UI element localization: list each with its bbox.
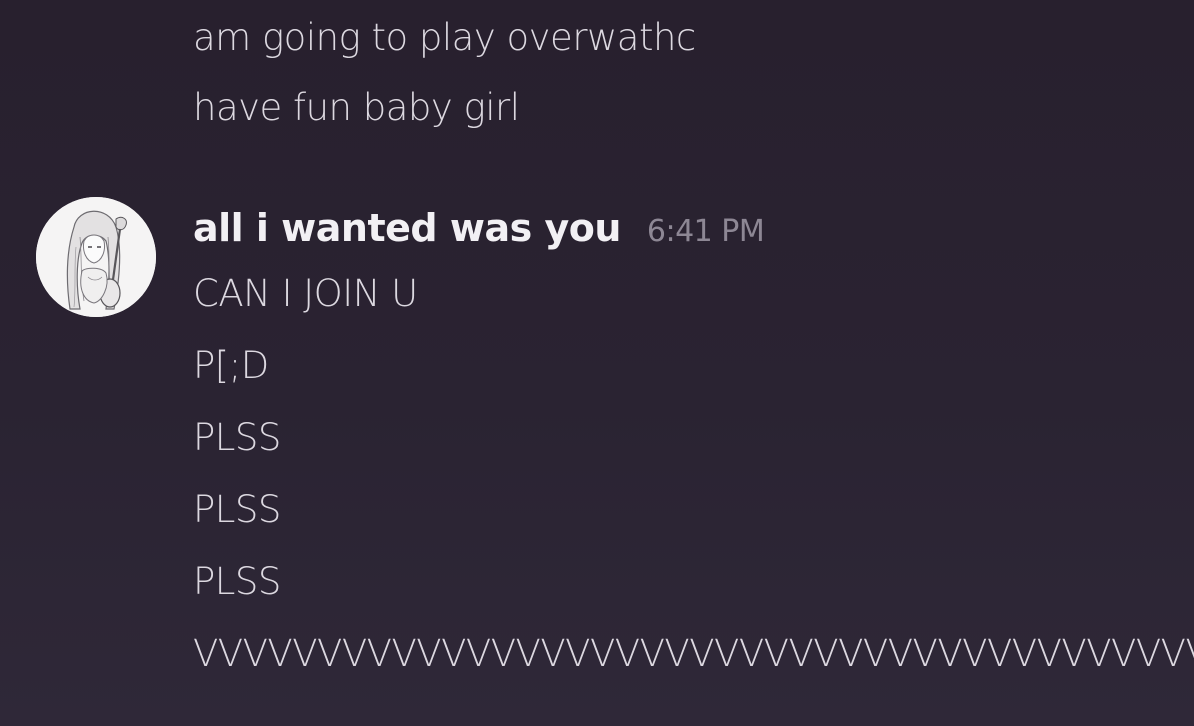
message-text: PLSS <box>193 488 281 531</box>
message-text: P[;D <box>193 344 269 387</box>
message-text: CAN I JOIN U <box>193 272 418 315</box>
message-text: am going to play overwathc <box>193 16 696 59</box>
message-header: all i wanted was you 6:41 PM <box>193 206 765 250</box>
username[interactable]: all i wanted was you <box>193 206 621 250</box>
avatar[interactable] <box>36 197 156 317</box>
anime-girl-avatar-icon <box>36 197 156 317</box>
timestamp: 6:41 PM <box>646 214 765 249</box>
chat-log: am going to play overwathc have fun baby… <box>0 0 1194 726</box>
message-text: have fun baby girl <box>193 86 520 129</box>
message-text: PLSS <box>193 416 281 459</box>
message-text: VVVVVVVVVVVVVVVVVVVVVVVVVVVVVVVVVVVVVVVV… <box>193 632 1194 675</box>
message-text: PLSS <box>193 560 281 603</box>
